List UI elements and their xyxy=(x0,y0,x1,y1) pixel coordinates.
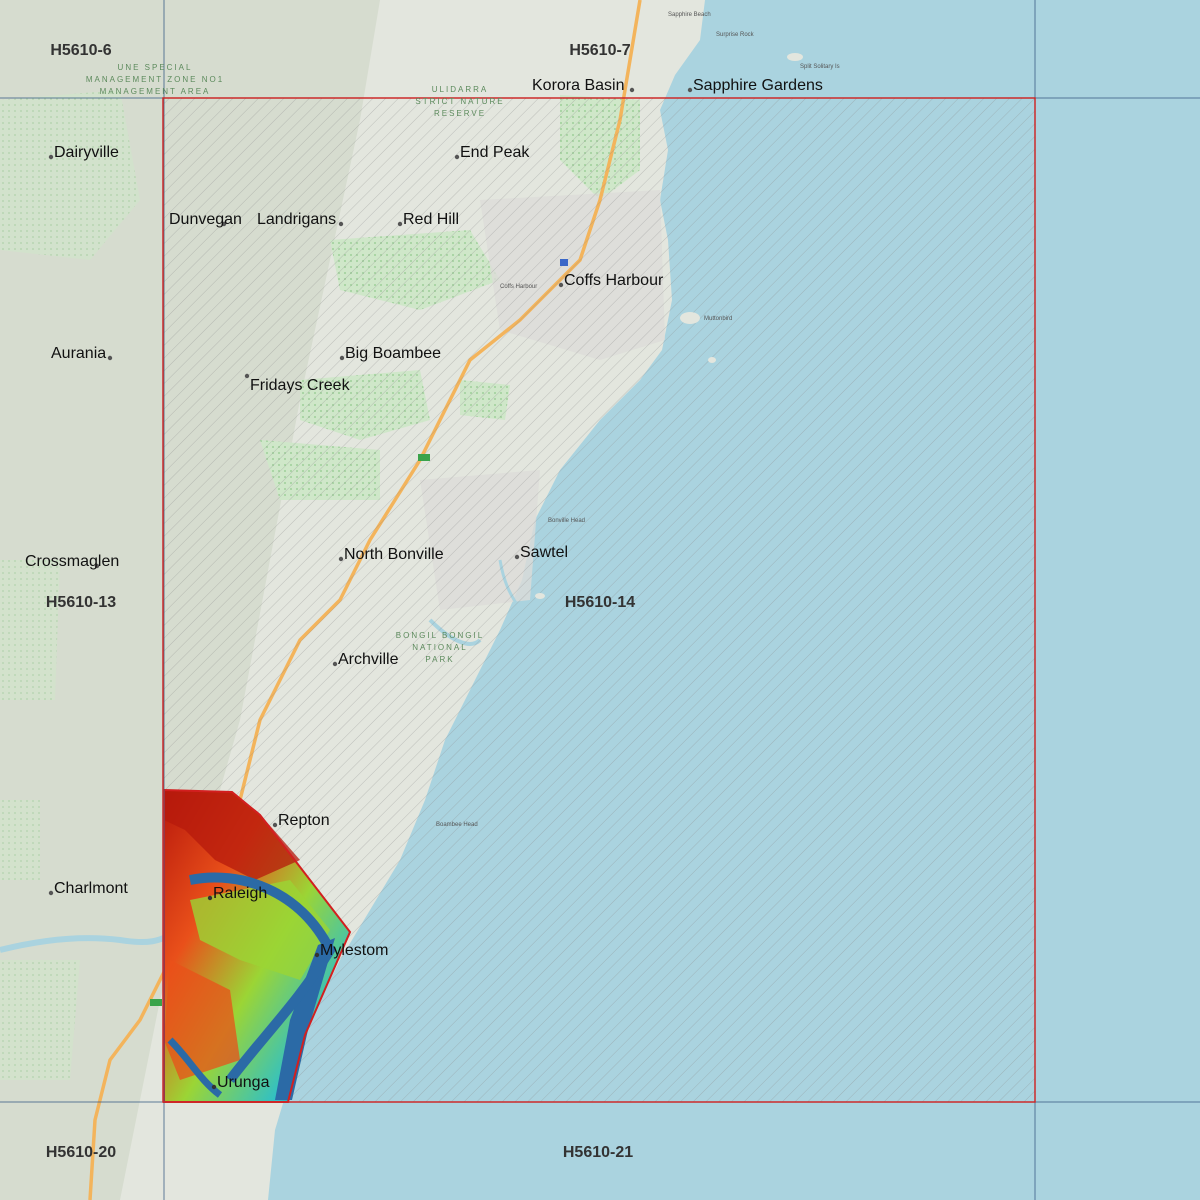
town-dot-icon xyxy=(338,556,344,562)
place-label: North Bonville xyxy=(344,546,444,563)
place-label: Mylestom xyxy=(320,942,388,959)
town-dot-icon xyxy=(454,154,460,160)
map-view[interactable]: UNE SPECIAL MANAGEMENT ZONE NO1 MANAGEME… xyxy=(0,0,1200,1200)
town-dot-icon xyxy=(48,890,54,896)
minor-label: Surprise Rock xyxy=(716,32,755,38)
grid-tile-label: H5610-6 xyxy=(50,42,111,59)
area-label: MANAGEMENT ZONE NO1 xyxy=(86,75,224,84)
town-dot-icon xyxy=(339,355,345,361)
minor-label: Sapphire Beach xyxy=(668,12,711,18)
place-charlmont[interactable]: Charlmont xyxy=(48,880,129,897)
place-dunvegan[interactable]: Dunvegan xyxy=(169,211,242,228)
place-label: Aurania xyxy=(51,345,106,362)
area-label: RESERVE xyxy=(434,109,486,118)
place-label: End Peak xyxy=(460,144,530,161)
town-dot-icon xyxy=(107,355,113,361)
place-aurania[interactable]: Aurania xyxy=(51,345,113,362)
grid-tile-label: H5610-20 xyxy=(46,1144,116,1161)
town-dot-icon xyxy=(397,221,403,227)
area-label: MANAGEMENT AREA xyxy=(100,87,211,96)
place-label: Crossmaglen xyxy=(25,553,119,570)
place-raleigh[interactable]: Raleigh xyxy=(207,885,267,902)
town-dot-icon xyxy=(314,952,320,958)
place-korora-basin[interactable]: Korora Basin xyxy=(532,77,635,94)
place-sapphire-gardens[interactable]: Sapphire Gardens xyxy=(687,77,823,94)
place-label: Red Hill xyxy=(403,211,459,228)
area-label: STRICT NATURE xyxy=(415,97,504,106)
place-label: Archville xyxy=(338,651,399,668)
town-dot-icon xyxy=(558,282,564,288)
place-fridays-creek[interactable]: Fridays Creek xyxy=(244,373,351,394)
town-dot-icon xyxy=(48,154,54,160)
town-dot-icon xyxy=(244,373,250,379)
place-label: Landrigans xyxy=(257,211,336,228)
area-label: ULIDARRA xyxy=(432,85,488,94)
place-archville[interactable]: Archville xyxy=(332,651,399,668)
place-label: Korora Basin xyxy=(532,77,625,94)
grid-tile-label: H5610-14 xyxy=(565,594,635,611)
town-dot-icon xyxy=(629,87,635,93)
place-label: Dunvegan xyxy=(169,211,242,228)
place-mylestom[interactable]: Mylestom xyxy=(314,942,389,959)
place-label: Repton xyxy=(278,812,330,829)
place-label: Charlmont xyxy=(54,880,128,897)
grid-tile-label: H5610-7 xyxy=(569,42,630,59)
place-red-hill[interactable]: Red Hill xyxy=(397,211,459,228)
place-label: Sawtel xyxy=(520,544,568,561)
place-label: Raleigh xyxy=(213,885,267,902)
minor-label: Boambee Head xyxy=(436,822,478,828)
area-label: NATIONAL xyxy=(412,643,467,652)
area-label: UNE SPECIAL xyxy=(118,63,193,72)
place-coffs-harbour[interactable]: Coffs Harbour xyxy=(558,272,664,289)
place-label: Fridays Creek xyxy=(250,377,351,394)
place-dairyville[interactable]: Dairyville xyxy=(48,144,119,161)
town-dot-icon xyxy=(332,661,338,667)
place-label: Big Boambee xyxy=(345,345,441,362)
town-dot-icon xyxy=(207,895,213,901)
town-dot-icon xyxy=(687,87,693,93)
town-dot-icon xyxy=(211,1084,217,1090)
place-big-boambee[interactable]: Big Boambee xyxy=(339,345,441,362)
area-label: PARK xyxy=(425,655,454,664)
place-label: Coffs Harbour xyxy=(564,272,664,289)
place-label: Sapphire Gardens xyxy=(693,77,823,94)
town-dot-icon xyxy=(272,822,278,828)
town-dot-icon xyxy=(338,221,344,227)
place-label: Dairyville xyxy=(54,144,119,161)
grid-tile-label: H5610-13 xyxy=(46,594,116,611)
minor-label: Muttonbird xyxy=(704,316,732,322)
area-label: BONGIL BONGIL xyxy=(396,631,484,640)
minor-label: Bonville Head xyxy=(548,518,585,524)
place-sawtel[interactable]: Sawtel xyxy=(514,544,568,561)
place-north-bonville[interactable]: North Bonville xyxy=(338,546,444,563)
place-landrigans[interactable]: Landrigans xyxy=(257,211,344,228)
place-urunga[interactable]: Urunga xyxy=(211,1074,270,1091)
grid-tile-label: H5610-21 xyxy=(563,1144,633,1161)
minor-label: Coffs Harbour xyxy=(500,284,537,290)
place-end-peak[interactable]: End Peak xyxy=(454,144,531,161)
town-dot-icon xyxy=(514,554,520,560)
place-label: Urunga xyxy=(217,1074,270,1091)
place-repton[interactable]: Repton xyxy=(272,812,330,829)
place-crossmaglen[interactable]: Crossmaglen xyxy=(25,553,119,570)
minor-label: Split Solitary Is xyxy=(800,64,840,70)
